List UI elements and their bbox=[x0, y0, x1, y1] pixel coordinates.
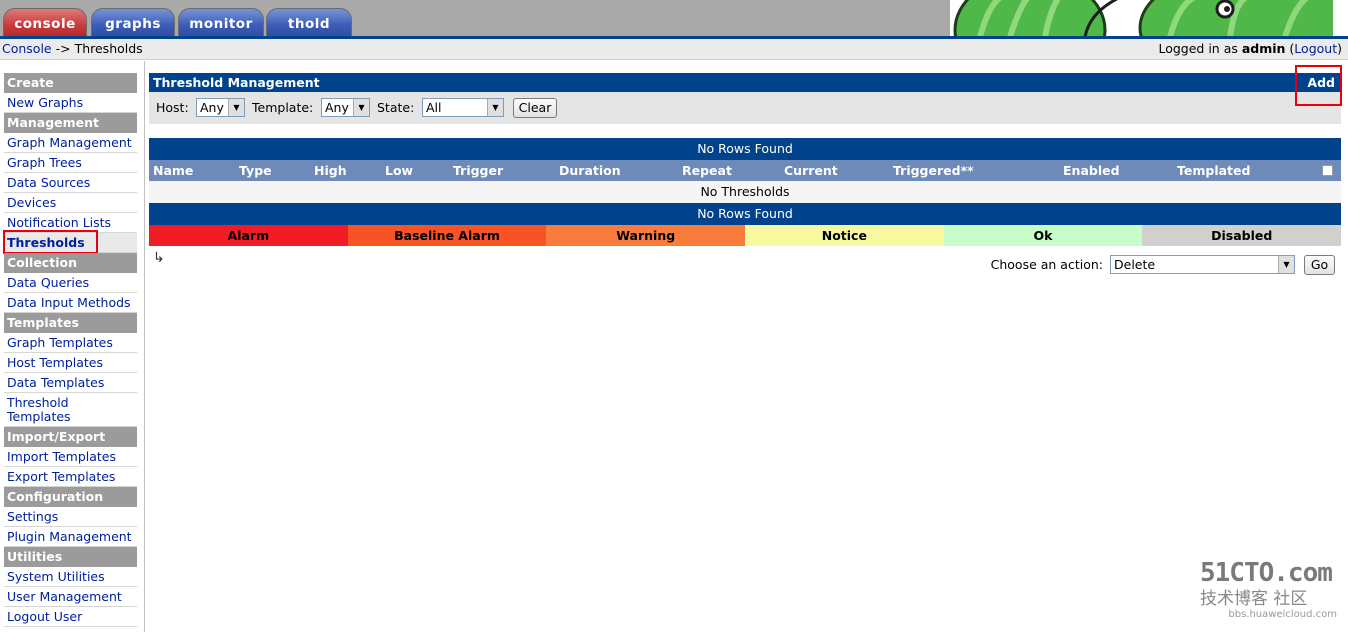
legend-disabled: Disabled bbox=[1142, 225, 1342, 246]
sidebar-item-graph-management[interactable]: Graph Management bbox=[4, 133, 137, 153]
action-row: ↳ Choose an action: Delete ▼ Go bbox=[149, 246, 1341, 280]
sidebar-item-data-templates[interactable]: Data Templates bbox=[4, 373, 137, 393]
go-button[interactable]: Go bbox=[1304, 255, 1335, 275]
sidebar-item-data-sources[interactable]: Data Sources bbox=[4, 173, 137, 193]
sidebar: Create New Graphs Management Graph Manag… bbox=[0, 61, 145, 632]
highlight-box-thresholds bbox=[3, 230, 98, 254]
template-filter-select[interactable]: Any ▼ bbox=[321, 98, 370, 117]
legend-ok: Ok bbox=[943, 225, 1143, 246]
cactus-logo-image bbox=[950, 0, 1348, 37]
column-header-high[interactable]: High bbox=[314, 163, 347, 178]
sidebar-item-graph-templates[interactable]: Graph Templates bbox=[4, 333, 137, 353]
sidebar-item-threshold-templates-line1: Threshold bbox=[7, 395, 69, 410]
breadcrumb: Console -> Thresholds bbox=[2, 41, 143, 56]
logout-link[interactable]: Logout bbox=[1294, 41, 1337, 56]
sidebar-item-system-utilities[interactable]: System Utilities bbox=[4, 567, 137, 587]
template-filter-label: Template: bbox=[252, 100, 314, 115]
legend-alarm: Alarm bbox=[149, 225, 348, 246]
chevron-down-icon: ▼ bbox=[228, 99, 244, 116]
table-header-row: Name Type High Low Trigger Duration Repe… bbox=[149, 160, 1341, 181]
top-tab-bar: console graphs monitor thold bbox=[0, 0, 1348, 39]
sidebar-section-import-export: Import/Export bbox=[4, 427, 137, 447]
sidebar-item-graph-trees[interactable]: Graph Trees bbox=[4, 153, 137, 173]
breadcrumb-console-link[interactable]: Console bbox=[2, 41, 52, 56]
legend-notice: Notice bbox=[745, 225, 944, 246]
chevron-down-icon: ▼ bbox=[487, 99, 503, 116]
host-filter-value: Any bbox=[200, 100, 224, 115]
chevron-down-icon: ▼ bbox=[1278, 256, 1294, 273]
filter-bar: Host: Any ▼ Template: Any ▼ State: All ▼… bbox=[149, 92, 1341, 124]
sidebar-item-threshold-templates[interactable]: Threshold Templates bbox=[4, 393, 137, 427]
sidebar-section-management: Management bbox=[4, 113, 137, 133]
rows-status-bar-top: No Rows Found bbox=[149, 138, 1341, 160]
legend-warning: Warning bbox=[546, 225, 746, 246]
host-filter-select[interactable]: Any ▼ bbox=[196, 98, 245, 117]
column-header-duration[interactable]: Duration bbox=[559, 163, 621, 178]
sidebar-item-devices[interactable]: Devices bbox=[4, 193, 137, 213]
column-header-enabled[interactable]: Enabled bbox=[1063, 163, 1120, 178]
tab-monitor[interactable]: monitor bbox=[178, 8, 264, 39]
column-header-templated[interactable]: Templated bbox=[1177, 163, 1250, 178]
column-header-type[interactable]: Type bbox=[239, 163, 272, 178]
sidebar-item-export-templates[interactable]: Export Templates bbox=[4, 467, 137, 487]
sidebar-section-utilities: Utilities bbox=[4, 547, 137, 567]
sidebar-item-data-input-methods[interactable]: Data Input Methods bbox=[4, 293, 137, 313]
sidebar-item-plugin-management[interactable]: Plugin Management bbox=[4, 527, 137, 547]
sidebar-item-logout-user[interactable]: Logout User bbox=[4, 607, 137, 627]
state-filter-value: All bbox=[426, 100, 442, 115]
empty-table-row: No Thresholds bbox=[149, 181, 1341, 203]
column-header-triggered[interactable]: Triggered** bbox=[893, 163, 974, 178]
state-filter-label: State: bbox=[377, 100, 415, 115]
panel-title: Threshold Management bbox=[153, 75, 320, 90]
highlight-box-add bbox=[1295, 65, 1342, 106]
rows-status-bar-bottom: No Rows Found bbox=[149, 203, 1341, 225]
sidebar-item-user-management[interactable]: User Management bbox=[4, 587, 137, 607]
sidebar-section-collection-methods: Collection Methods bbox=[4, 253, 137, 290]
action-select[interactable]: Delete ▼ bbox=[1110, 255, 1295, 274]
sidebar-item-new-graphs[interactable]: New Graphs bbox=[4, 93, 137, 113]
tab-console[interactable]: console bbox=[3, 8, 87, 39]
choose-action-label: Choose an action: bbox=[990, 257, 1103, 272]
legend-baseline-alarm: Baseline Alarm bbox=[347, 225, 547, 246]
select-all-checkbox[interactable] bbox=[1322, 165, 1333, 176]
column-header-trigger[interactable]: Trigger bbox=[453, 163, 503, 178]
watermark: 51CTO.com 技术博客 社区 bbs.huaweicloud.com bbox=[1200, 558, 1345, 628]
tab-thold[interactable]: thold bbox=[266, 8, 352, 39]
login-prefix: Logged in as bbox=[1158, 41, 1242, 56]
arrow-return-icon: ↳ bbox=[153, 250, 165, 266]
breadcrumb-current: Thresholds bbox=[74, 41, 143, 56]
sidebar-item-settings[interactable]: Settings bbox=[4, 507, 137, 527]
template-filter-value: Any bbox=[325, 100, 349, 115]
panel-header: Threshold Management Add bbox=[149, 73, 1341, 92]
sidebar-item-data-queries[interactable]: Data Queries bbox=[4, 273, 137, 293]
sidebar-item-host-templates[interactable]: Host Templates bbox=[4, 353, 137, 373]
status-color-legend: Alarm Baseline Alarm Warning Notice Ok D… bbox=[149, 225, 1342, 246]
action-select-value: Delete bbox=[1114, 257, 1156, 272]
column-header-low[interactable]: Low bbox=[385, 163, 413, 178]
login-status: Logged in as admin (Logout) bbox=[1158, 41, 1342, 56]
sidebar-section-create: Create bbox=[4, 73, 137, 93]
column-header-repeat[interactable]: Repeat bbox=[682, 163, 732, 178]
chevron-down-icon: ▼ bbox=[353, 99, 369, 116]
threshold-management-panel: Threshold Management Add Host: Any ▼ Tem… bbox=[149, 73, 1342, 280]
login-username: admin bbox=[1241, 41, 1286, 56]
sidebar-item-threshold-templates-line2: Templates bbox=[7, 409, 71, 424]
watermark-url: bbs.huaweicloud.com bbox=[1228, 609, 1337, 620]
breadcrumb-separator: -> bbox=[51, 41, 75, 56]
breadcrumb-bar: Console -> Thresholds Logged in as admin… bbox=[0, 39, 1348, 60]
clear-button[interactable]: Clear bbox=[513, 98, 557, 118]
tab-graphs[interactable]: graphs bbox=[91, 8, 175, 39]
sidebar-section-templates: Templates bbox=[4, 313, 137, 333]
state-filter-select[interactable]: All ▼ bbox=[422, 98, 504, 117]
sidebar-section-configuration: Configuration bbox=[4, 487, 137, 507]
sidebar-item-import-templates[interactable]: Import Templates bbox=[4, 447, 137, 467]
column-header-name[interactable]: Name bbox=[153, 163, 193, 178]
host-filter-label: Host: bbox=[156, 100, 189, 115]
column-header-current[interactable]: Current bbox=[784, 163, 838, 178]
